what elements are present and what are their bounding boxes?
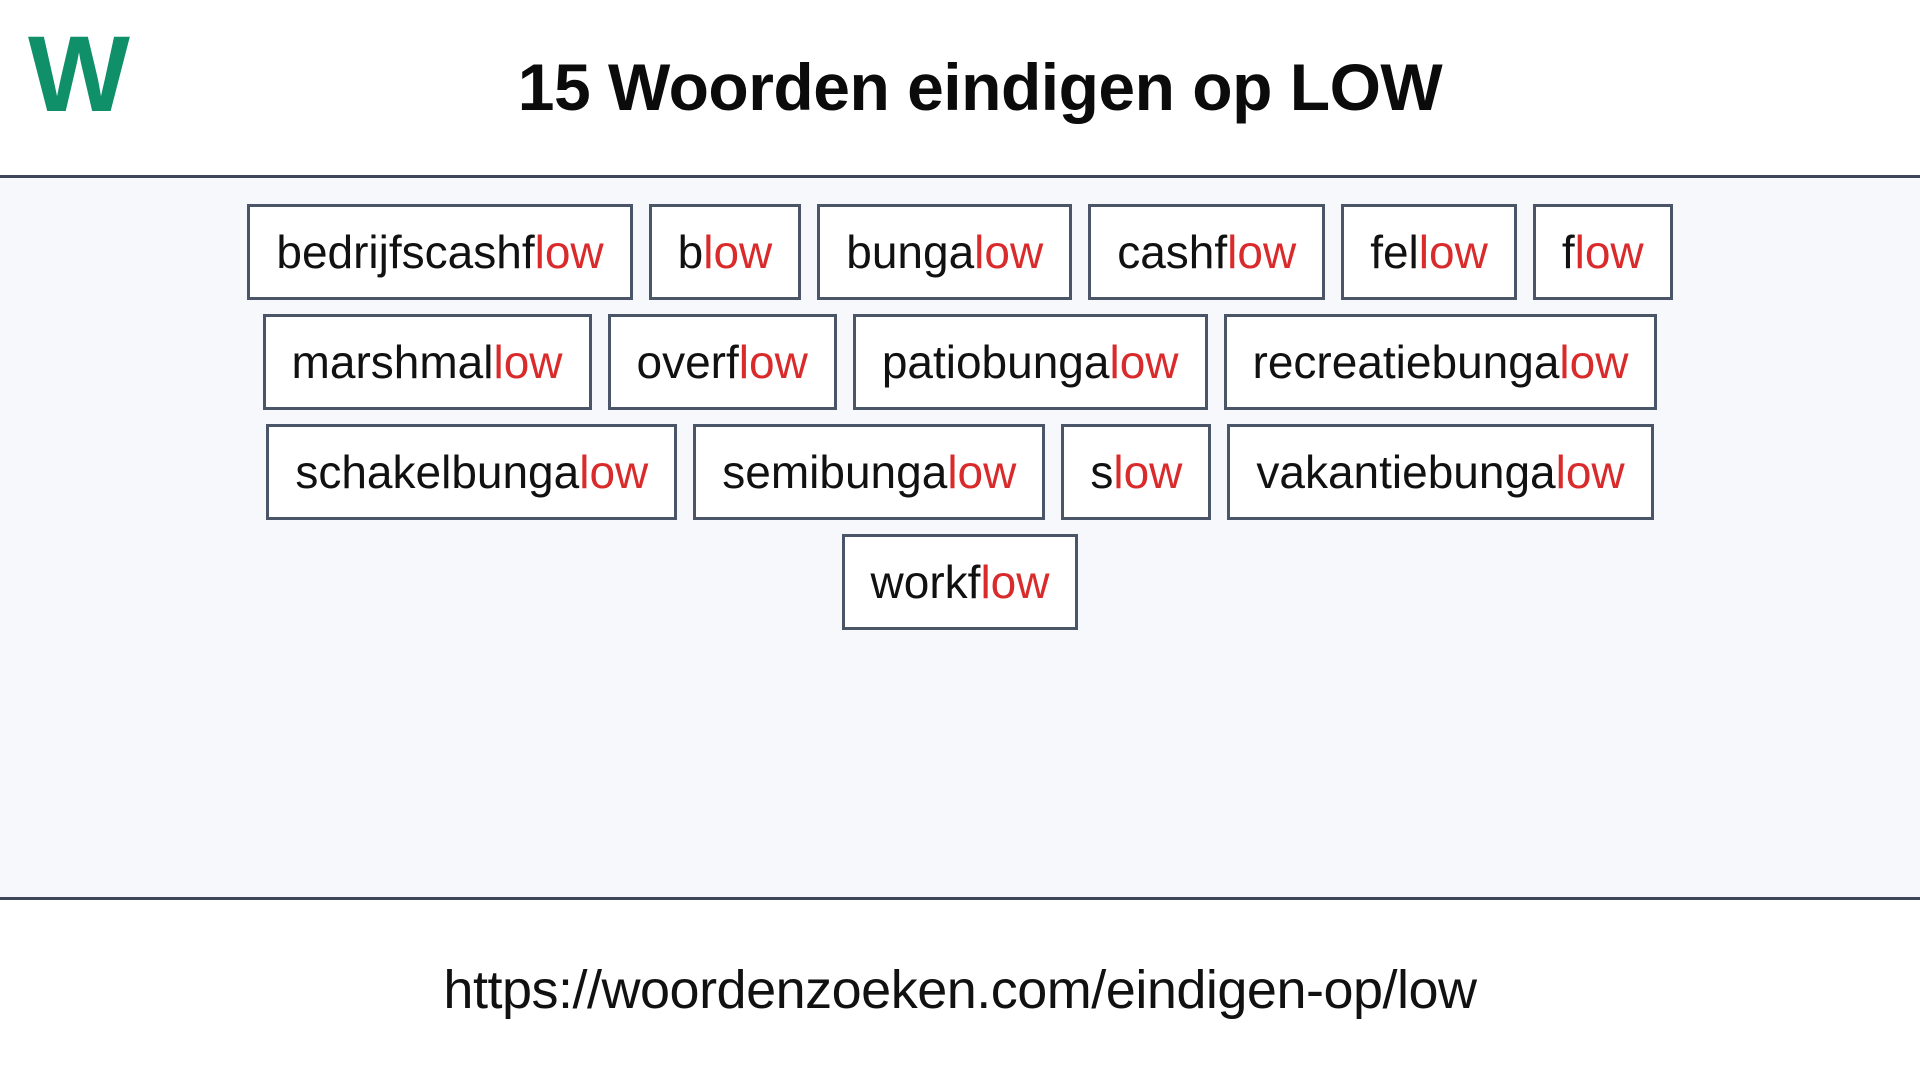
word-box[interactable]: bungalow (817, 204, 1073, 300)
page-header: W 15 Woorden eindigen op LOW (0, 0, 1920, 178)
source-url[interactable]: https://woordenzoeken.com/eindigen-op/lo… (443, 963, 1477, 1017)
word-text: flow (1562, 229, 1644, 275)
word-box[interactable]: bedrijfscashflow (247, 204, 633, 300)
word-suffix-highlight: low (1109, 336, 1179, 388)
word-text: overflow (637, 339, 808, 385)
word-box[interactable]: fellow (1341, 204, 1517, 300)
word-box[interactable]: schakelbungalow (266, 424, 678, 520)
word-suffix-highlight: low (1227, 226, 1297, 278)
word-suffix-highlight: low (1113, 446, 1183, 498)
word-suffix-highlight: low (534, 226, 604, 278)
word-prefix: overf (636, 336, 739, 388)
word-prefix: f (1561, 226, 1575, 278)
word-prefix: schakelbunga (295, 446, 580, 498)
word-suffix-highlight: low (1418, 226, 1488, 278)
word-text: semibungalow (722, 449, 1016, 495)
word-box[interactable]: patiobungalow (852, 314, 1208, 410)
word-suffix-highlight: low (493, 336, 563, 388)
word-text: marshmallow (292, 339, 563, 385)
word-suffix-highlight: low (947, 446, 1017, 498)
page-footer: https://woordenzoeken.com/eindigen-op/lo… (0, 900, 1920, 1080)
word-row: bedrijfscashflow blow bungalow cashflow fell… (24, 204, 1896, 300)
word-box[interactable]: slow (1061, 424, 1212, 520)
word-suffix-highlight: low (703, 226, 773, 278)
site-logo[interactable]: W (28, 20, 130, 128)
word-suffix-highlight: low (1559, 336, 1629, 388)
word-prefix: fel (1370, 226, 1419, 278)
word-prefix: bedrijfscashf (276, 226, 535, 278)
word-box[interactable]: flow (1532, 204, 1673, 300)
word-box[interactable]: overflow (607, 314, 837, 410)
word-box[interactable]: semibungalow (693, 424, 1046, 520)
word-text: vakantiebungalow (1256, 449, 1624, 495)
word-box[interactable]: marshmallow (262, 314, 592, 410)
word-text: cashflow (1117, 229, 1296, 275)
word-box[interactable]: recreatiebungalow (1223, 314, 1658, 410)
word-suffix-highlight: low (738, 336, 808, 388)
word-suffix-highlight: low (1555, 446, 1625, 498)
word-text: fellow (1370, 229, 1488, 275)
word-row: workflow (24, 534, 1896, 630)
word-row: schakelbungalow semibungalow slow vakantieb… (24, 424, 1896, 520)
word-prefix: patiobunga (881, 336, 1110, 388)
word-prefix: bunga (846, 226, 975, 278)
word-prefix: marshmal (291, 336, 494, 388)
word-row: marshmallow overflow patiobungalow recreati… (24, 314, 1896, 410)
word-prefix: semibunga (722, 446, 948, 498)
word-list-area: bedrijfscashflow blow bungalow cashflow fell… (0, 178, 1920, 900)
word-box[interactable]: vakantiebungalow (1227, 424, 1654, 520)
word-suffix-highlight: low (974, 226, 1044, 278)
word-text: schakelbungalow (295, 449, 648, 495)
word-text: workflow (871, 559, 1050, 605)
page-root: W 15 Woorden eindigen op LOW bedrijfscas… (0, 0, 1920, 1080)
word-prefix: b (677, 226, 704, 278)
word-prefix: vakantiebunga (1256, 446, 1556, 498)
word-prefix: recreatiebunga (1252, 336, 1560, 388)
page-title: 15 Woorden eindigen op LOW (517, 50, 1443, 125)
word-prefix: cashf (1117, 226, 1228, 278)
word-text: patiobungalow (882, 339, 1179, 385)
word-text: recreatiebungalow (1253, 339, 1629, 385)
word-suffix-highlight: low (579, 446, 649, 498)
word-text: bungalow (846, 229, 1043, 275)
word-text: blow (678, 229, 773, 275)
word-box[interactable]: workflow (841, 534, 1079, 630)
word-text: slow (1090, 449, 1182, 495)
word-prefix: s (1090, 446, 1114, 498)
word-box[interactable]: blow (648, 204, 802, 300)
word-suffix-highlight: low (1574, 226, 1644, 278)
word-prefix: workf (870, 556, 981, 608)
word-suffix-highlight: low (980, 556, 1050, 608)
word-box[interactable]: cashflow (1088, 204, 1326, 300)
word-text: bedrijfscashflow (276, 229, 603, 275)
